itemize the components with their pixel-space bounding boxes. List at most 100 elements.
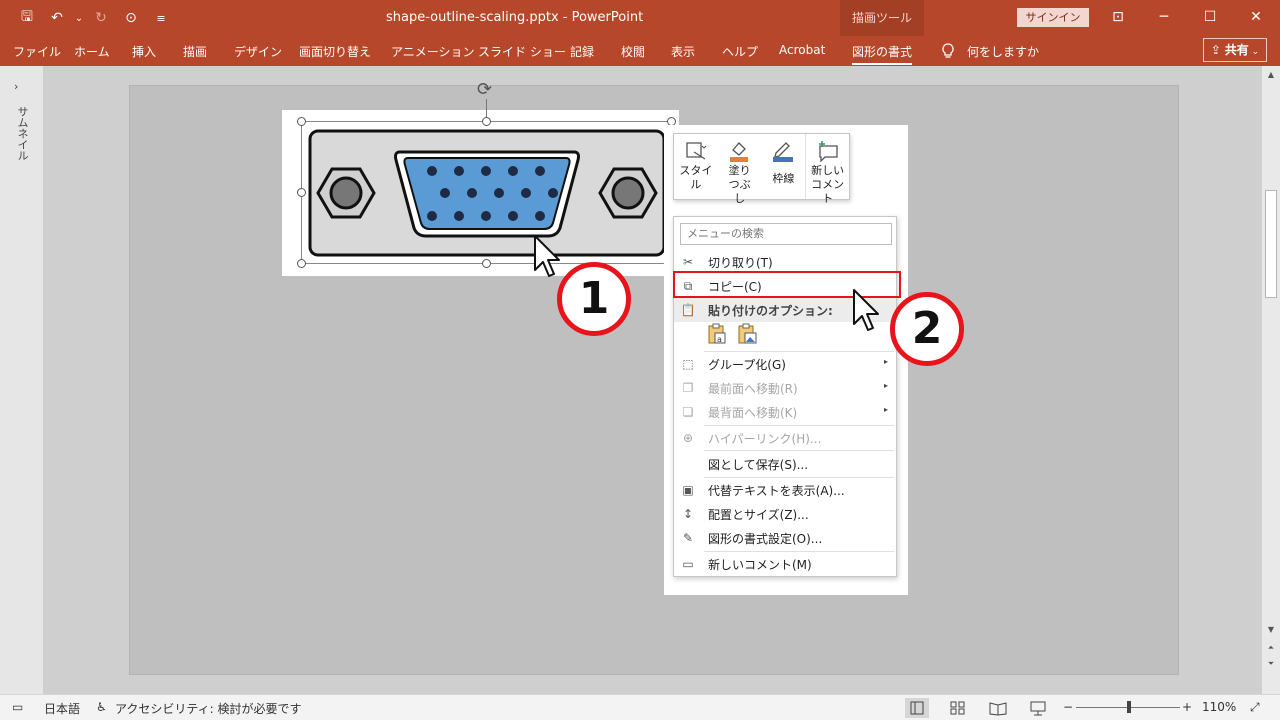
tab-review[interactable]: 校閲	[621, 43, 645, 60]
tab-animations[interactable]: アニメーション	[391, 43, 475, 60]
scroll-down-icon[interactable]: ▼	[1265, 624, 1277, 636]
fit-to-window-icon[interactable]: ⤢	[1250, 700, 1260, 715]
reading-view-icon[interactable]	[986, 698, 1010, 718]
chevron-down-icon: ⌄	[1248, 47, 1260, 57]
menu-item-send-to-back[interactable]: ❏ 最背面へ移動(K) ▸	[674, 400, 896, 424]
restore-button[interactable]: ☐	[1197, 5, 1223, 29]
normal-view-icon[interactable]	[905, 698, 929, 718]
previous-slide-icon[interactable]: ⏶	[1265, 642, 1277, 654]
redo-icon[interactable]: ↻	[88, 8, 114, 28]
lightbulb-icon[interactable]	[941, 43, 955, 62]
tab-help[interactable]: ヘルプ	[722, 43, 758, 60]
menu-item-new-comment[interactable]: ▭ 新しいコメント(M)	[674, 552, 896, 576]
menu-search-input[interactable]: メニューの検索	[680, 223, 892, 245]
next-slide-icon[interactable]: ⏷	[1265, 658, 1277, 670]
resize-handle-s[interactable]	[482, 259, 491, 268]
tab-shape-format[interactable]: 図形の書式	[852, 43, 913, 65]
step-marker-2: 2	[890, 292, 964, 366]
window-title: shape-outline-scaling.pptx - PowerPoint	[386, 10, 644, 25]
step-marker-1: 1	[557, 262, 631, 336]
menu-item-save-as-picture[interactable]: 図として保存(S)...	[674, 452, 896, 476]
accessibility-status[interactable]: アクセシビリティ: 検討が必要です	[115, 700, 302, 717]
paste-icon: 📋	[680, 303, 696, 317]
language-status[interactable]: 日本語	[44, 700, 80, 717]
menu-item-label: 代替テキストを表示(A)...	[708, 484, 845, 498]
tab-home[interactable]: ホーム	[74, 43, 110, 60]
tab-design[interactable]: デザイン	[234, 43, 282, 60]
outline-button[interactable]: 枠線	[762, 134, 806, 199]
zoom-level[interactable]: 110%	[1202, 700, 1236, 714]
resize-handle-n[interactable]	[482, 117, 491, 126]
menu-item-label: グループ化(G)	[708, 358, 786, 372]
comment-icon: ▭	[682, 557, 694, 571]
style-button[interactable]: スタイル	[674, 134, 718, 199]
size-position-icon: ↕	[682, 507, 694, 521]
tab-acrobat[interactable]: Acrobat	[779, 43, 825, 57]
undo-dropdown-icon[interactable]: ⌄	[74, 8, 84, 28]
new-comment-button[interactable]: 新しいコメント	[805, 134, 849, 205]
tab-file[interactable]: ファイル	[13, 43, 61, 60]
zoom-slider-thumb[interactable]	[1127, 701, 1131, 713]
slideshow-view-icon[interactable]	[1026, 698, 1050, 718]
slide-sorter-icon[interactable]	[946, 698, 970, 718]
zoom-out-button[interactable]: −	[1063, 700, 1073, 714]
tab-draw[interactable]: 描画	[183, 43, 207, 60]
present-icon[interactable]: ⊙	[118, 8, 144, 28]
ribbon-display-options-icon[interactable]: ⊡	[1105, 5, 1131, 29]
zoom-in-button[interactable]: +	[1182, 700, 1192, 714]
vertical-scrollbar[interactable]: ▲ ▼ ⏶ ⏷	[1262, 66, 1280, 694]
menu-separator	[704, 450, 894, 451]
fill-button[interactable]: 塗りつぶし	[718, 134, 762, 205]
menu-item-label: 切り取り(T)	[708, 256, 773, 270]
menu-item-format-shape[interactable]: ✎ 図形の書式設定(O)...	[674, 526, 896, 550]
slide-status-icon[interactable]: ▭	[12, 700, 23, 714]
tell-me-search[interactable]: 何をしますか	[967, 43, 1039, 60]
scroll-up-icon[interactable]: ▲	[1265, 69, 1277, 81]
selection-frame	[301, 121, 672, 264]
new-comment-label: 新しいコメント	[811, 164, 845, 205]
signin-button[interactable]: サインイン	[1017, 8, 1089, 27]
paste-keep-source-icon[interactable]: a	[706, 323, 728, 345]
send-back-icon: ❏	[682, 405, 694, 419]
menu-item-hyperlink[interactable]: ⊕ ハイパーリンク(H)...	[674, 426, 896, 450]
scrollbar-thumb[interactable]	[1265, 190, 1277, 298]
resize-handle-nw[interactable]	[297, 117, 306, 126]
style-label: スタイル	[679, 164, 713, 191]
mouse-cursor-icon	[534, 235, 560, 277]
tab-insert[interactable]: 挿入	[132, 43, 156, 60]
rotate-handle-icon[interactable]: ⟳	[477, 79, 492, 100]
undo-icon[interactable]: ↶	[44, 8, 70, 28]
alt-text-icon: ▣	[682, 483, 694, 497]
menu-item-label: 新しいコメント(M)	[708, 558, 812, 572]
shape-style-icon	[684, 140, 708, 162]
share-icon: ⇪	[1210, 43, 1225, 57]
share-button[interactable]: ⇪ 共有 ⌄	[1203, 38, 1267, 62]
resize-handle-sw[interactable]	[297, 259, 306, 268]
thumbnail-pane[interactable]: › サムネイル	[0, 66, 44, 694]
menu-item-bring-to-front[interactable]: ❐ 最前面へ移動(R) ▸	[674, 376, 896, 400]
tab-transitions[interactable]: 画面切り替え	[299, 43, 371, 60]
menu-item-alt-text[interactable]: ▣ 代替テキストを表示(A)...	[674, 478, 896, 502]
paste-as-picture-icon[interactable]	[736, 323, 758, 345]
mouse-cursor-icon	[853, 289, 879, 331]
menu-item-label: 図として保存(S)...	[708, 458, 809, 472]
save-icon[interactable]: 🖫	[14, 8, 40, 28]
menu-item-group[interactable]: ⬚ グループ化(G) ▸	[674, 352, 896, 376]
submenu-arrow-icon: ▸	[883, 405, 888, 414]
quick-access-toolbar: 🖫 ↶ ⌄ ↻ ⊙ ≡	[14, 8, 174, 28]
pen-outline-icon	[771, 140, 795, 162]
resize-handle-w[interactable]	[297, 188, 306, 197]
tab-view[interactable]: 表示	[671, 43, 695, 60]
menu-item-label: 図形の書式設定(O)...	[708, 532, 823, 546]
menu-item-label: 貼り付けのオプション:	[708, 304, 833, 318]
format-shape-icon: ✎	[682, 531, 694, 545]
customize-qat-icon[interactable]: ≡	[148, 8, 174, 28]
close-button[interactable]: ✕	[1243, 5, 1269, 29]
tab-slideshow[interactable]: スライド ショー	[478, 43, 566, 60]
tab-record[interactable]: 記録	[570, 43, 594, 60]
title-bar: 🖫 ↶ ⌄ ↻ ⊙ ≡ shape-outline-scaling.pptx -…	[0, 0, 1280, 36]
accessibility-icon[interactable]: ♿	[96, 700, 107, 714]
menu-item-size-position[interactable]: ↕ 配置とサイズ(Z)...	[674, 502, 896, 526]
expand-thumbnails-icon[interactable]: ›	[14, 80, 18, 93]
minimize-button[interactable]: ─	[1151, 5, 1177, 29]
